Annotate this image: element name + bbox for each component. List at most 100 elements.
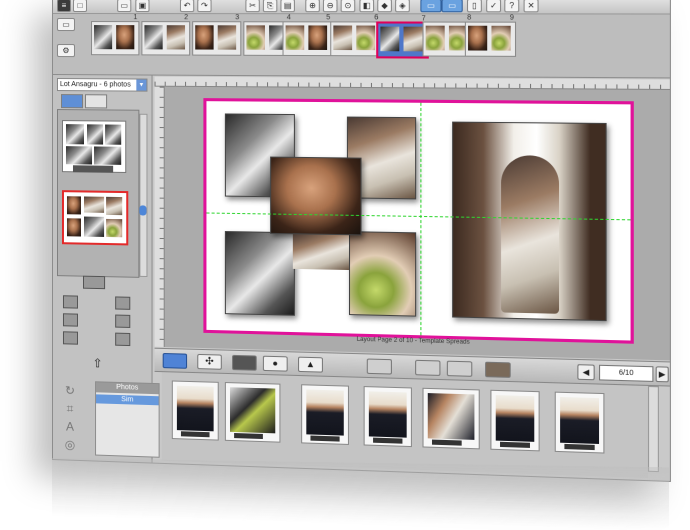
app-menu-icon[interactable]: ≡ [57,0,71,12]
tab-options-icon[interactable] [123,95,143,107]
photo-bride-center[interactable] [270,157,361,236]
spread-page [144,25,162,49]
tray-photo-1[interactable] [172,380,219,440]
photo-bride-bw-bottom[interactable] [225,231,295,316]
tray-photo-2[interactable] [225,382,281,443]
redo-icon[interactable]: ↷ [197,0,211,12]
text-bubble-icon[interactable]: ● [263,356,288,372]
template-scrollbar[interactable] [139,114,147,277]
groom-photo [177,386,214,432]
tab-templates[interactable] [61,94,83,108]
spread-thumb-3[interactable]: 3 [192,21,241,56]
zoom-in-icon[interactable]: ⊕ [305,0,320,12]
spread-thumb-9[interactable]: 9 [465,22,516,57]
folders-header: Photos [96,382,159,394]
guide-line-vertical[interactable] [420,103,421,335]
template-caption-button[interactable] [83,276,105,290]
open-icon[interactable]: ▭ [117,0,131,12]
strip-settings-icon[interactable]: ⚙ [57,44,75,57]
distribute-icon[interactable] [63,313,78,326]
flip-icon[interactable]: ◆ [377,0,392,12]
spread-page [218,25,236,49]
spread-thumb-2[interactable]: 2 [141,21,190,55]
spread-page [333,25,352,50]
mirror-icon[interactable]: ◈ [395,0,410,12]
align-right-icon[interactable] [115,296,130,309]
text-icon[interactable]: A [63,419,77,433]
help-icon[interactable]: ? [504,0,519,12]
group-icon[interactable] [115,333,130,346]
print-icon[interactable]: ▯ [467,0,482,12]
spread-number: 6 [374,14,378,21]
spread-number: 2 [184,14,188,21]
arrange-icon[interactable] [115,315,130,328]
view-mode-icon[interactable]: ▭ [442,0,463,12]
folder-item-selected[interactable]: Sim [96,394,159,405]
tray-photo-7[interactable] [555,392,605,454]
spread-page [167,25,185,49]
scroll-knob[interactable] [139,205,146,215]
spread-page [246,25,265,49]
shape-icon[interactable]: ◎ [63,437,77,451]
tray-photo-4[interactable] [364,386,412,447]
zoom-fit-icon[interactable]: ⊙ [341,0,356,12]
align-left-icon[interactable] [63,295,78,308]
butterfly-icon[interactable]: ✣ [197,354,222,370]
photo-label [500,442,530,448]
template-thumb-1[interactable] [62,120,126,173]
upload-icon[interactable]: ⇧ [91,358,104,369]
spread-thumb-7-selected[interactable]: 7 [376,21,429,58]
tray-scrollbar[interactable] [648,386,659,472]
spread-number: 1 [133,14,137,21]
fill-icon[interactable]: ◧ [359,0,374,12]
page-counter[interactable]: 6/10 [599,365,653,382]
strip-view-icon[interactable]: ▭ [57,18,75,31]
zoom-out-icon[interactable]: ⊖ [323,0,338,12]
frame-icon[interactable] [232,355,257,371]
spread-number: 3 [235,14,239,21]
window-reflection [52,458,669,530]
tray-photo-3[interactable] [301,384,349,445]
photo-bouquet-bottom[interactable] [349,231,416,316]
photo-folder-panel: Photos Sim [95,381,160,458]
bird-icon[interactable]: ▲ [298,357,323,373]
spread-page [426,26,445,51]
photo-bride-center-lower[interactable] [293,234,349,270]
save-icon[interactable]: ▣ [135,0,149,12]
groom-photo [369,391,407,437]
crop-icon[interactable]: ⌗ [63,401,77,415]
spread-number: 9 [510,14,514,21]
template-thumb-2-selected[interactable] [62,190,128,245]
right-page-icon[interactable] [485,362,511,378]
layout-icon[interactable] [163,353,187,369]
spread-thumb-6[interactable]: 6 [330,21,380,56]
cut-icon[interactable]: ✂ [245,0,259,12]
new-icon[interactable]: □ [73,0,87,12]
template-dropdown[interactable]: Lot Ansagru - 6 photos ▾ [57,78,147,92]
undo-icon[interactable]: ↶ [180,0,194,12]
album-spread[interactable] [203,98,633,344]
spread-icon[interactable] [447,361,472,377]
photo-label [181,431,210,437]
left-page-icon[interactable] [367,358,392,374]
close-icon[interactable]: ✕ [524,0,539,12]
prev-page-icon[interactable]: ◀ [577,364,594,380]
tray-photo-5[interactable] [422,388,479,450]
layer-icon[interactable] [63,331,78,344]
spread-number: 5 [326,14,330,21]
paste-icon[interactable]: ▤ [280,0,294,12]
next-page-icon[interactable]: ▶ [656,366,669,382]
lock-icon[interactable]: ✓ [486,0,501,12]
template-dropdown-value: Lot Ansagru - 6 photos [60,81,131,88]
spread-thumb-1[interactable]: 1 [91,21,139,55]
view-icon[interactable]: ▭ [420,0,441,12]
spread-thumb-5[interactable]: 5 [283,21,333,56]
spread-number: 8 [467,14,471,21]
tab-backgrounds[interactable] [85,94,107,108]
blank-page-icon[interactable] [415,360,440,376]
tray-photo-6[interactable] [490,390,539,452]
copy-icon[interactable]: ⎘ [263,0,277,12]
spread-page [468,26,487,51]
bride-figure [501,155,559,314]
rotate-icon[interactable]: ↻ [63,383,77,397]
